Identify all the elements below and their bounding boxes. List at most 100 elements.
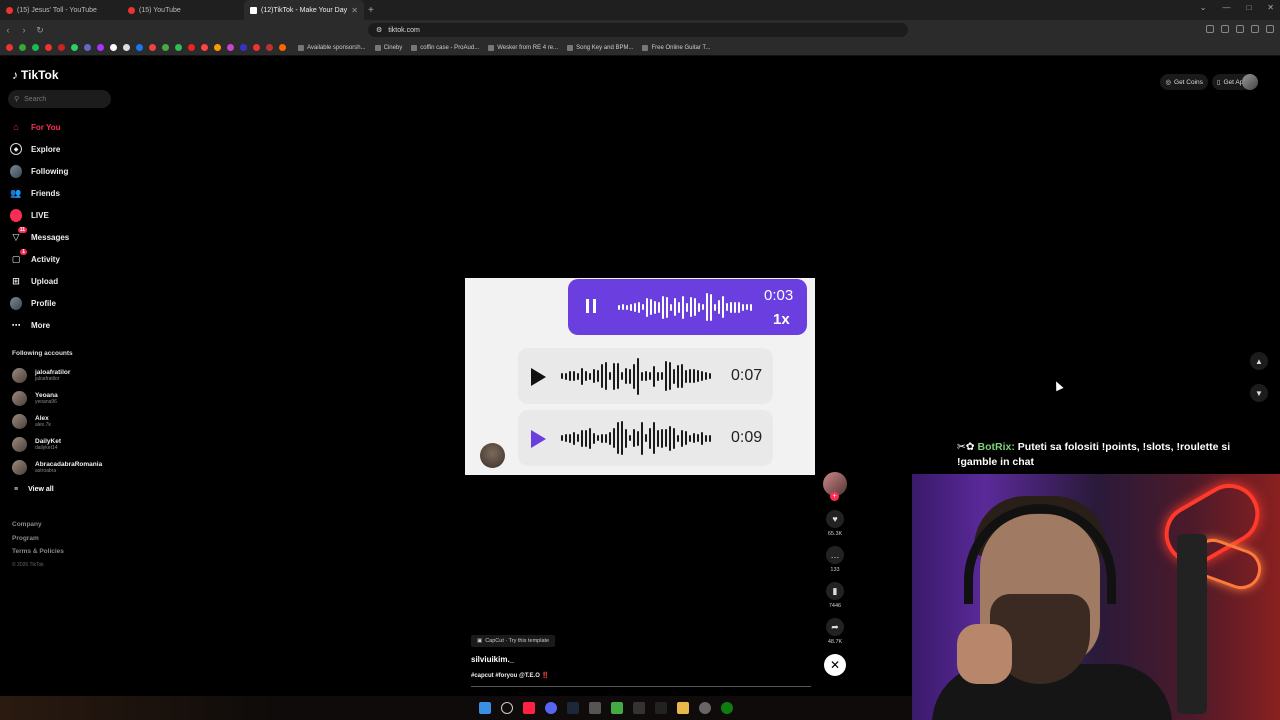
tiktok-logo[interactable]: ♪ TikTok bbox=[12, 68, 59, 82]
creator-avatar[interactable]: + bbox=[823, 472, 847, 501]
nav-explore[interactable]: ◆ Explore bbox=[10, 138, 69, 160]
bookmark-icon[interactable] bbox=[188, 44, 195, 51]
bookmark-icon[interactable] bbox=[214, 44, 221, 51]
following-avatar-icon bbox=[10, 164, 22, 178]
capcut-icon[interactable]: ✕ bbox=[824, 654, 846, 676]
url-field[interactable]: ⚙ tiktok.com bbox=[368, 23, 908, 37]
windows-start-icon[interactable] bbox=[479, 702, 491, 714]
bookmark-icon[interactable] bbox=[19, 44, 26, 51]
minimize-icon[interactable]: — bbox=[1222, 3, 1230, 12]
reload-icon[interactable]: ↻ bbox=[32, 25, 48, 36]
browser-tab[interactable]: (15) Jesus' Toll - YouTube bbox=[0, 0, 122, 20]
bookmark-icon[interactable] bbox=[110, 44, 117, 51]
bookmark-icon[interactable] bbox=[253, 44, 260, 51]
extension-icon[interactable] bbox=[1251, 25, 1259, 33]
new-tab-icon[interactable]: + bbox=[368, 5, 374, 16]
bookmark-item[interactable]: Cineby bbox=[374, 44, 402, 51]
previous-video-button[interactable]: ▲ bbox=[1250, 352, 1268, 370]
xbox-icon[interactable] bbox=[721, 702, 733, 714]
app-icon[interactable] bbox=[699, 702, 711, 714]
app-icon[interactable] bbox=[633, 702, 645, 714]
bookmark-icon[interactable] bbox=[45, 44, 52, 51]
bookmark-icon[interactable] bbox=[175, 44, 182, 51]
view-all-button[interactable]: ≡ View all bbox=[14, 486, 54, 493]
share-button[interactable]: ➦ bbox=[826, 618, 844, 636]
menu-icon[interactable] bbox=[1266, 25, 1274, 33]
nav-following[interactable]: Following bbox=[10, 160, 69, 182]
bookmark-icon[interactable] bbox=[162, 44, 169, 51]
bookmark-icon[interactable] bbox=[266, 44, 273, 51]
bookmark-icon[interactable] bbox=[136, 44, 143, 51]
nav-for-you[interactable]: ⌂ For You bbox=[10, 116, 69, 138]
bookmark-icon[interactable] bbox=[97, 44, 104, 51]
nav-friends[interactable]: 👥 Friends bbox=[10, 182, 69, 204]
minecraft-icon[interactable] bbox=[611, 702, 623, 714]
bookmark-icon[interactable] bbox=[123, 44, 130, 51]
bookmark-item[interactable]: coffin case - ProAud... bbox=[411, 44, 479, 51]
forward-icon[interactable]: › bbox=[16, 25, 32, 35]
nav-messages[interactable]: ▽ 11 Messages bbox=[10, 226, 69, 248]
video-author[interactable]: silviuikim._ bbox=[471, 655, 514, 664]
get-coins-button[interactable]: ◎ Get Coins bbox=[1160, 74, 1208, 90]
save-button[interactable]: ▮ bbox=[826, 582, 844, 600]
account-item[interactable]: Yeoana yeoana96 bbox=[12, 387, 102, 410]
comment-button[interactable]: … bbox=[826, 546, 844, 564]
bookmark-icon[interactable] bbox=[84, 44, 91, 51]
bookmark-icon[interactable] bbox=[32, 44, 39, 51]
close-window-icon[interactable]: ✕ bbox=[1267, 3, 1274, 12]
bookmark-item[interactable]: Song Key and BPM... bbox=[567, 44, 633, 51]
bookmark-item[interactable]: Available sponsorsh... bbox=[298, 44, 366, 51]
voice-message-playing: 0:03 1x bbox=[568, 279, 807, 335]
footer-link-program[interactable]: Program bbox=[12, 532, 64, 546]
brave-browser-icon[interactable] bbox=[523, 702, 535, 714]
search-icon[interactable] bbox=[501, 702, 513, 714]
next-video-button[interactable]: ▼ bbox=[1250, 384, 1268, 402]
account-item[interactable]: Alex alex.7k bbox=[12, 410, 102, 433]
following-accounts-heading: Following accounts bbox=[12, 350, 73, 357]
video-player[interactable]: 0:03 1x 0:07 0:09 bbox=[465, 278, 815, 475]
bookmark-icon[interactable] bbox=[6, 44, 13, 51]
site-info-icon[interactable]: ⚙ bbox=[376, 26, 382, 34]
search-input[interactable]: ⚲ Search bbox=[8, 90, 111, 108]
account-item[interactable]: DailyKet dailyket14 bbox=[12, 433, 102, 456]
close-tab-icon[interactable]: ✕ bbox=[351, 6, 358, 15]
capcut-template-link[interactable]: ▣ CapCut · Try this template bbox=[471, 635, 556, 647]
nav-upload[interactable]: ⊞ Upload bbox=[10, 270, 69, 292]
browser-tab[interactable]: (15) YouTube bbox=[122, 0, 244, 20]
bookmark-icon[interactable] bbox=[279, 44, 286, 51]
extension-icon[interactable] bbox=[1206, 25, 1214, 33]
video-progress-bar[interactable] bbox=[471, 686, 811, 687]
nav-live[interactable]: LIVE bbox=[10, 204, 69, 226]
like-button[interactable]: ♥ bbox=[826, 510, 844, 528]
bookmark-icon[interactable] bbox=[71, 44, 78, 51]
app-icon[interactable] bbox=[655, 702, 667, 714]
extension-icon[interactable] bbox=[1236, 25, 1244, 33]
user-avatar[interactable] bbox=[1242, 74, 1258, 90]
app-icon[interactable] bbox=[589, 702, 601, 714]
back-icon[interactable]: ‹ bbox=[0, 25, 16, 35]
bookmark-item[interactable]: Free Online Guitar T... bbox=[642, 44, 710, 51]
footer-link-terms[interactable]: Terms & Policies bbox=[12, 545, 64, 559]
chevron-down-icon[interactable]: ⌄ bbox=[1200, 3, 1207, 12]
steam-icon[interactable] bbox=[567, 702, 579, 714]
account-item[interactable]: AbracadabraRomania astroabra bbox=[12, 456, 102, 479]
file-explorer-icon[interactable] bbox=[677, 702, 689, 714]
bookmark-icon[interactable] bbox=[227, 44, 234, 51]
bookmark-icon[interactable] bbox=[201, 44, 208, 51]
nav-profile[interactable]: Profile bbox=[10, 292, 69, 314]
bookmark-icon[interactable] bbox=[149, 44, 156, 51]
save-count: 7446 bbox=[828, 603, 842, 609]
nav-activity[interactable]: ▢ 1 Activity bbox=[10, 248, 69, 270]
footer-link-company[interactable]: Company bbox=[12, 518, 64, 532]
bookmark-icon[interactable] bbox=[58, 44, 65, 51]
maximize-icon[interactable]: □ bbox=[1246, 3, 1251, 12]
account-item[interactable]: jaloafratilor jaloafratilor bbox=[12, 364, 102, 387]
bookmark-item[interactable]: Wesker from RE 4 re... bbox=[488, 44, 558, 51]
browser-tab-active[interactable]: (12)TikTok - Make Your Day ✕ bbox=[244, 0, 364, 20]
extension-icon[interactable] bbox=[1221, 25, 1229, 33]
bookmark-icon[interactable] bbox=[240, 44, 247, 51]
discord-icon[interactable] bbox=[545, 702, 557, 714]
nav-more[interactable]: ⋯ More bbox=[10, 314, 69, 336]
sidebar-footer: Company Program Terms & Policies © 2026 … bbox=[12, 518, 64, 572]
follow-plus-icon[interactable]: + bbox=[830, 492, 839, 501]
